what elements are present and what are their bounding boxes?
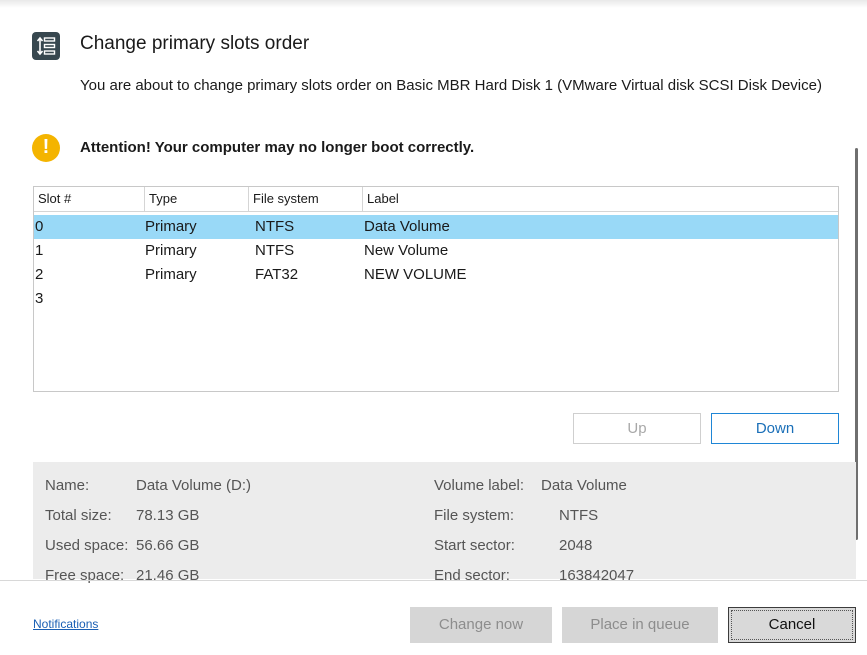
name-label: Name: (45, 477, 90, 494)
place-in-queue-button[interactable]: Place in queue (562, 607, 718, 643)
file-system-value: NTFS (559, 507, 599, 524)
column-type[interactable]: Type (144, 187, 248, 211)
file-system-label: File system: (434, 507, 515, 524)
used-space-value: 56.66 GB (136, 537, 200, 554)
cancel-button[interactable]: Cancel (728, 607, 856, 643)
down-button[interactable]: Down (711, 413, 839, 444)
change-now-button[interactable]: Change now (410, 607, 552, 643)
dialog-subtitle: You are about to change primary slots or… (80, 77, 822, 94)
table-header: Slot # Type File system Label (34, 187, 838, 212)
slots-order-icon (32, 32, 60, 60)
table-row[interactable]: 3 (34, 287, 838, 311)
cell-type: Primary (145, 218, 197, 235)
volume-details-panel: Name: Data Volume (D:) Total size: 78.13… (33, 462, 856, 584)
cell-file-system: NTFS (255, 218, 295, 235)
cell-type: Primary (145, 266, 197, 283)
cell-slot: 0 (35, 218, 44, 235)
dialog-title: Change primary slots order (80, 33, 310, 54)
start-sector-label: Start sector: (434, 537, 515, 554)
end-sector-value: 163842047 (559, 567, 635, 584)
column-slot[interactable]: Slot # (34, 187, 144, 211)
table-row[interactable]: 2 Primary FAT32 NEW VOLUME (34, 263, 838, 287)
volume-label-label: Volume label: (434, 477, 525, 494)
up-button[interactable]: Up (573, 413, 701, 444)
cell-label: NEW VOLUME (364, 266, 467, 283)
window-top-edge (0, 0, 867, 8)
table-row[interactable]: 1 Primary NTFS New Volume (34, 239, 838, 263)
free-space-label: Free space: (45, 567, 125, 584)
table-row[interactable]: 0 Primary NTFS Data Volume (34, 215, 838, 239)
exclamation-icon: ! (32, 134, 60, 162)
cell-slot: 1 (35, 242, 44, 259)
cell-label: Data Volume (364, 218, 450, 235)
cell-slot: 2 (35, 266, 44, 283)
end-sector-label: End sector: (434, 567, 510, 584)
cell-type: Primary (145, 242, 197, 259)
warning-text: Attention! Your computer may no longer b… (80, 139, 475, 156)
column-label[interactable]: Label (362, 187, 838, 211)
cell-slot: 3 (35, 290, 44, 307)
total-size-label: Total size: (45, 507, 112, 524)
used-space-label: Used space: (45, 537, 129, 554)
cell-file-system: NTFS (255, 242, 295, 259)
focus-rectangle (731, 610, 853, 640)
cell-label: New Volume (364, 242, 449, 259)
slots-table[interactable]: Slot # Type File system Label 0 Primary … (33, 186, 839, 392)
notifications-link[interactable]: Notifications (33, 617, 98, 631)
total-size-value: 78.13 GB (136, 507, 200, 524)
name-value: Data Volume (D:) (136, 477, 252, 494)
volume-label-value: Data Volume (541, 477, 627, 494)
footer-divider (0, 580, 867, 581)
free-space-value: 21.46 GB (136, 567, 200, 584)
column-file-system[interactable]: File system (248, 187, 362, 211)
cell-file-system: FAT32 (255, 266, 299, 283)
start-sector-value: 2048 (559, 537, 593, 554)
